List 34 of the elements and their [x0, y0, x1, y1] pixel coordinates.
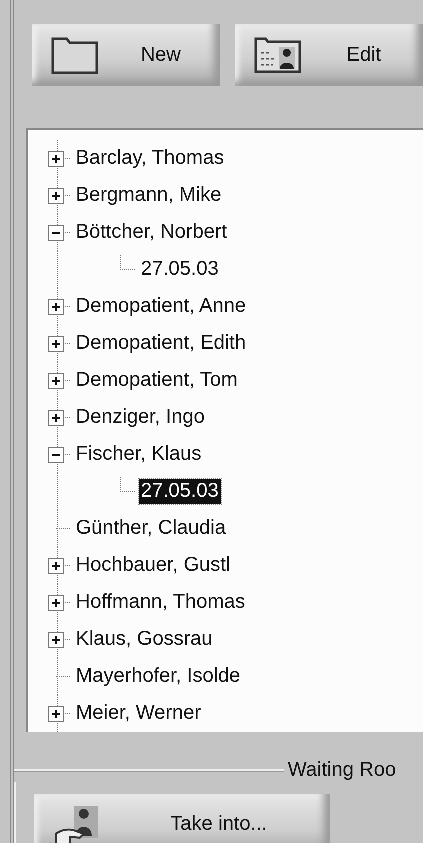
expand-toggle[interactable]: [48, 706, 64, 722]
expand-toggle[interactable]: [48, 336, 64, 352]
tree-item[interactable]: Klaus, Gossrau: [74, 627, 215, 652]
tree-item[interactable]: Hoffmann, Thomas: [74, 590, 248, 615]
expand-toggle[interactable]: [48, 188, 64, 204]
tree-item[interactable]: Barclay, Thomas: [74, 146, 226, 171]
tree-item[interactable]: Böttcher, Norbert: [74, 220, 230, 245]
tree-item[interactable]: 27.05.03: [139, 257, 221, 282]
expand-toggle[interactable]: [48, 558, 64, 574]
toolbar-button[interactable]: Edit: [235, 24, 423, 86]
expand-toggle[interactable]: [48, 298, 64, 314]
toolbar-button[interactable]: New: [32, 24, 220, 86]
expand-toggle[interactable]: [48, 410, 64, 426]
expand-toggle[interactable]: [48, 594, 64, 610]
take-into-button[interactable]: Take into...: [34, 794, 330, 843]
tree-item[interactable]: Fischer, Klaus: [74, 442, 204, 467]
collapse-toggle[interactable]: [48, 446, 64, 462]
tree-item[interactable]: Demopatient, Tom: [74, 368, 240, 393]
expand-toggle[interactable]: [48, 372, 64, 388]
tree-item[interactable]: Denziger, Ingo: [74, 405, 207, 430]
expand-toggle[interactable]: [48, 632, 64, 648]
tree-item[interactable]: Demopatient, Anne: [74, 294, 248, 319]
tree-item[interactable]: Demopatient, Edith: [74, 331, 248, 356]
collapse-toggle[interactable]: [48, 224, 64, 240]
tree-item[interactable]: Bergmann, Mike: [74, 183, 224, 208]
tree-item[interactable]: Günther, Claudia: [74, 516, 228, 541]
folder-icon: [50, 35, 100, 75]
tree-item[interactable]: Mayerhofer, Isolde: [74, 664, 243, 689]
group-title: Waiting Roo: [287, 758, 396, 782]
tree-item[interactable]: Hochbauer, Gustl: [74, 553, 233, 578]
expand-toggle[interactable]: [48, 150, 64, 166]
id-card-icon: [253, 35, 303, 75]
tree-item[interactable]: 27.05.03: [139, 479, 221, 504]
tree-item[interactable]: Meier, Werner: [74, 701, 204, 726]
